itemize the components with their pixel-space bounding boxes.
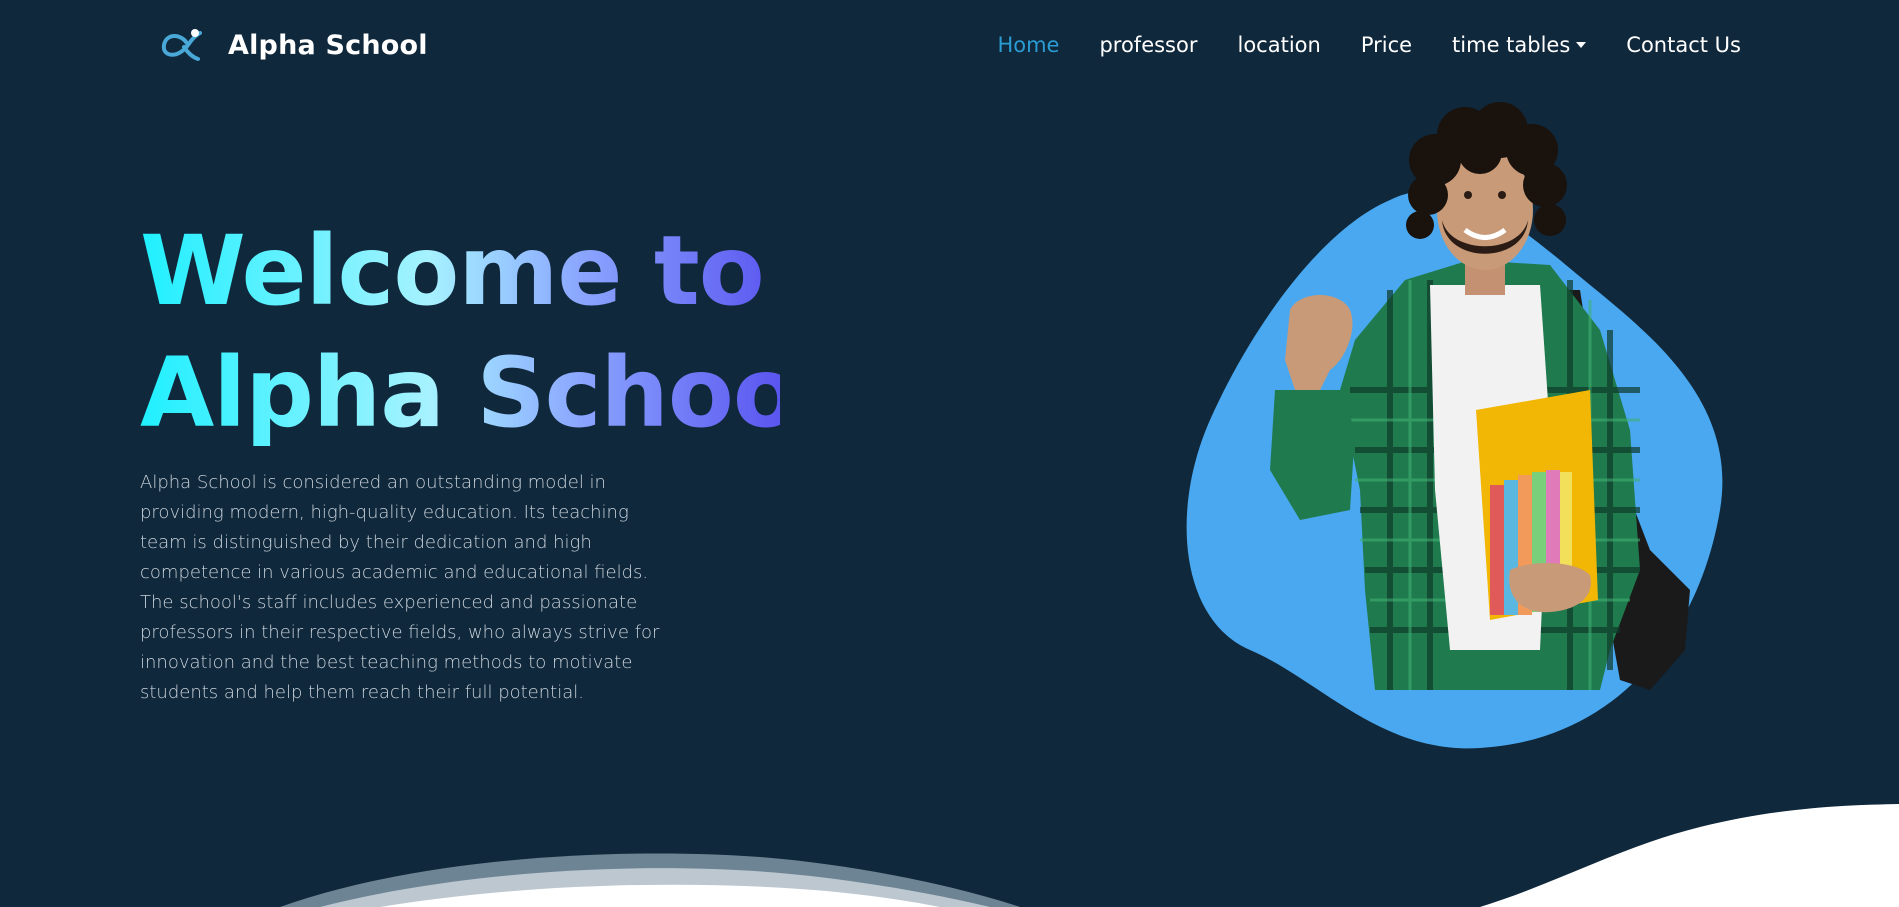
alpha-logo-icon bbox=[158, 25, 204, 65]
hero-title-line2: Alpha School bbox=[140, 337, 830, 449]
nav-professor[interactable]: professor bbox=[1099, 28, 1197, 62]
hero-title-line1: Welcome to bbox=[140, 215, 764, 327]
nav-home[interactable]: Home bbox=[997, 28, 1059, 62]
nav-links: Home professor location Price time table… bbox=[957, 28, 1741, 62]
nav-contact-us[interactable]: Contact Us bbox=[1626, 28, 1741, 62]
hero-title: Welcome to Alpha School bbox=[140, 210, 780, 454]
nav-time-tables-dropdown[interactable]: time tables bbox=[1452, 28, 1587, 62]
hero-visual bbox=[1180, 90, 1740, 750]
brand-name: Alpha School bbox=[228, 29, 428, 61]
brand-link[interactable]: Alpha School bbox=[158, 22, 428, 68]
bottom-waves bbox=[280, 804, 1899, 907]
nav-price[interactable]: Price bbox=[1361, 28, 1412, 62]
navbar: Alpha School Home professor location Pri… bbox=[0, 0, 1899, 90]
student-photo bbox=[1186, 102, 1723, 749]
hero-description: Alpha School is considered an outstandin… bbox=[140, 472, 660, 703]
nav-location[interactable]: location bbox=[1237, 28, 1320, 62]
nav-time-tables-label: time tables bbox=[1452, 33, 1571, 57]
wave-right bbox=[1480, 804, 1899, 907]
page: Alpha School Home professor location Pri… bbox=[0, 0, 1899, 907]
caret-down-icon bbox=[1576, 42, 1587, 48]
